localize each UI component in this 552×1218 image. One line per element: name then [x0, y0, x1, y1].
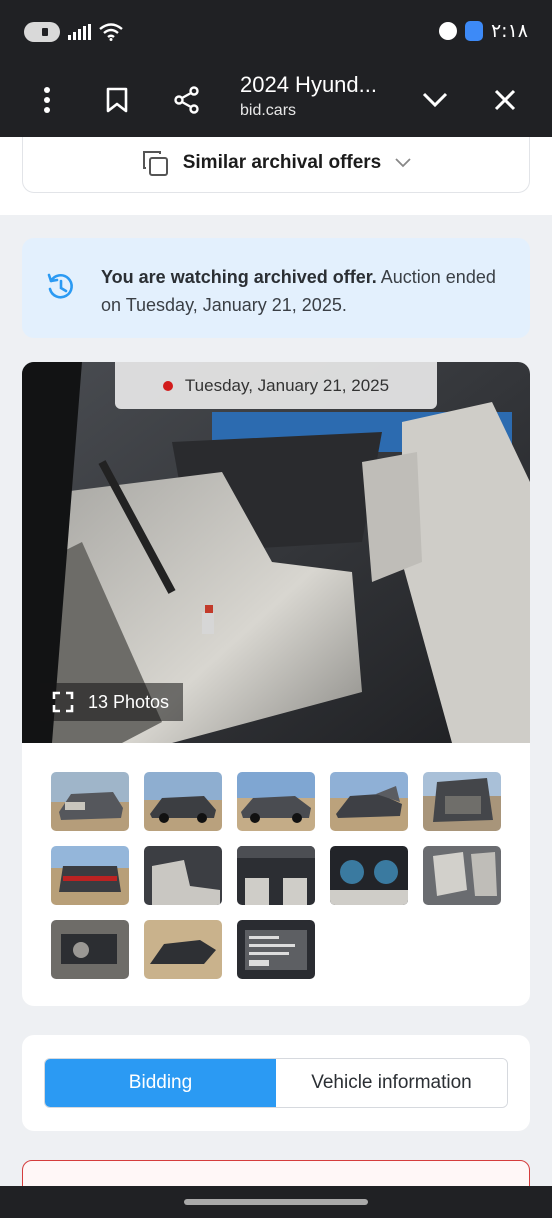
chevron-down-icon [422, 92, 448, 108]
copy-icon [142, 151, 168, 176]
thumbnail-image [51, 846, 129, 905]
status-time: ۲:۱۸ [490, 20, 528, 42]
thumbnail-image [423, 846, 501, 905]
status-dot [162, 380, 173, 391]
status-right: ۲:۱۸ [438, 20, 528, 42]
close-icon [494, 89, 516, 111]
toggle-pill-icon [24, 22, 60, 42]
thumbnail-image [330, 772, 408, 831]
notice-bold: You are watching archived offer. [101, 267, 377, 287]
chevron-down-icon [395, 158, 411, 168]
thumbnail-image [51, 772, 129, 831]
thumbnail[interactable] [51, 772, 129, 831]
similar-offers-label: Similar archival offers [182, 152, 382, 173]
wifi-icon [99, 23, 123, 41]
thumbnail[interactable] [51, 846, 129, 905]
thumbnail-image [330, 846, 408, 905]
alert-box [22, 1160, 530, 1186]
thumbnail[interactable] [423, 846, 501, 905]
page-title-block[interactable]: 2024 Hyund... bid.cars [240, 72, 377, 120]
thumbnail-image [144, 772, 222, 831]
thumbnail-image [144, 920, 222, 979]
bookmark-icon [106, 87, 128, 113]
photos-count-button[interactable]: 13 Photos [40, 683, 184, 721]
tab-bidding[interactable]: Bidding [45, 1059, 276, 1107]
expand-button[interactable] [413, 78, 457, 122]
fullscreen-icon [52, 691, 74, 713]
main-photo[interactable]: Tuesday, January 21, 2025 13 Photos [22, 362, 530, 743]
thumbnail[interactable] [237, 846, 315, 905]
thumbnail[interactable] [330, 772, 408, 831]
thumbnail[interactable] [423, 772, 501, 831]
thumbnail-image [237, 920, 315, 979]
bookmark-button[interactable] [95, 78, 139, 122]
thumbnail-image [237, 772, 315, 831]
share-button[interactable] [165, 78, 209, 122]
page-domain: bid.cars [240, 102, 297, 119]
cell-signal-icon [68, 24, 91, 40]
photo-gallery: Tuesday, January 21, 2025 13 Photos [22, 362, 530, 1006]
thumbnail[interactable] [144, 920, 222, 979]
close-button[interactable] [483, 78, 527, 122]
gesture-handle[interactable] [184, 1199, 368, 1205]
thumbnail[interactable] [51, 920, 129, 979]
archived-notice: You are watching archived offer. Auction… [22, 238, 530, 338]
browser-nav: 2024 Hyund... bid.cars [0, 64, 552, 137]
thumbnail-image [423, 772, 501, 831]
system-nav-bar [0, 1186, 552, 1218]
notice-text: You are watching archived offer. Auction… [101, 263, 501, 319]
notification-app-icon [438, 22, 457, 40]
thumbnail[interactable] [144, 772, 222, 831]
page-title: 2024 Hyund... [240, 72, 377, 97]
thumbnail[interactable] [237, 920, 315, 979]
similar-offers-button[interactable]: Similar archival offers [22, 137, 530, 193]
browser-top-bar: ۲:۱۸ 2024 Hyund... bid.cars [0, 0, 552, 137]
app-badge-icon [464, 21, 483, 41]
thumbnail[interactable] [237, 772, 315, 831]
thumbnail-image [51, 920, 129, 979]
tabs-card: Bidding Vehicle information [22, 1035, 530, 1131]
menu-button[interactable] [25, 78, 69, 122]
page-content: Similar archival offers You are watching… [0, 137, 552, 1186]
tab-vehicle-information[interactable]: Vehicle information [276, 1059, 507, 1107]
more-vertical-icon [44, 87, 50, 113]
thumbnail[interactable] [330, 846, 408, 905]
history-icon [47, 273, 73, 299]
status-left [24, 22, 123, 42]
status-bar: ۲:۱۸ [0, 0, 552, 64]
share-icon [174, 86, 199, 114]
auction-date-badge: Tuesday, January 21, 2025 [115, 362, 437, 409]
thumbnail[interactable] [144, 846, 222, 905]
thumbnail-image [144, 846, 222, 905]
tab-bar: Bidding Vehicle information [44, 1058, 508, 1108]
thumbnail-image [237, 846, 315, 905]
auction-date: Tuesday, January 21, 2025 [184, 375, 390, 395]
photos-count: 13 Photos [88, 691, 170, 712]
